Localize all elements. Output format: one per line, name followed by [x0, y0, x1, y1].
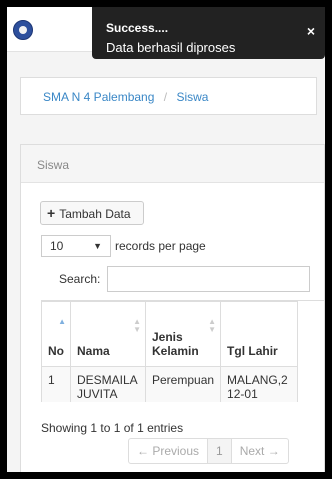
- table-row: 1 DESMAILA JUVITA Perempuan MALANG,2 12-…: [41, 366, 299, 402]
- add-data-label: Tambah Data: [59, 207, 131, 221]
- column-header-no[interactable]: ▲ No: [41, 301, 71, 367]
- toast-title: Success....: [106, 21, 169, 35]
- sort-icon: ▲ ▼: [208, 317, 217, 334]
- siswa-panel: Siswa + Tambah Data 10 ▼ records per page…: [20, 144, 325, 472]
- sort-asc-icon: ▲: [58, 317, 66, 326]
- column-header-nama[interactable]: ▲ ▼ Nama: [70, 301, 146, 367]
- sort-icon: ▲ ▼: [133, 317, 141, 334]
- column-header-tgl-lahir[interactable]: Tgl Lahir: [220, 301, 299, 367]
- table-info: Showing 1 to 1 of 1 entries: [41, 421, 184, 435]
- plus-icon: +: [47, 205, 56, 221]
- breadcrumb-item-school[interactable]: SMA N 4 Palembang: [43, 90, 154, 104]
- chevron-down-icon: ▼: [93, 241, 102, 251]
- table-cell: MALANG,2 12-01: [220, 366, 299, 402]
- school-logo-icon[interactable]: [13, 20, 33, 40]
- column-header-jenis-kelamin[interactable]: ▲ ▼ Jenis Kelamin: [144, 301, 222, 367]
- close-icon[interactable]: ×: [307, 23, 315, 39]
- breadcrumb-item-siswa[interactable]: Siswa: [176, 90, 208, 104]
- column-header-label: Jenis Kelamin: [152, 330, 199, 358]
- search-input[interactable]: [107, 266, 310, 292]
- column-header-label: Tgl Lahir: [227, 344, 278, 358]
- panel-title: Siswa: [37, 158, 70, 172]
- records-per-page-select[interactable]: 10 ▼: [41, 235, 111, 257]
- column-header-label: No: [48, 344, 64, 358]
- records-per-page-label: records per page: [115, 239, 206, 253]
- next-page-button[interactable]: Next →: [232, 439, 288, 463]
- data-table: ▲ No ▲▼ Nama ▲▼ Jenis Kelamin Tgl Lahi: [41, 301, 299, 402]
- success-toast: Success.... Data berhasil diproses ×: [92, 7, 325, 59]
- table-cell: 1: [41, 366, 71, 402]
- table-cell: DESMAILA JUVITA: [70, 366, 146, 402]
- breadcrumb-separator: /: [163, 90, 168, 104]
- table-cell: Perempuan: [144, 366, 222, 402]
- page-button-1[interactable]: 1: [208, 439, 232, 463]
- column-header-label: Nama: [77, 344, 110, 358]
- app-frame: Success.... Data berhasil diproses × SMA…: [7, 7, 325, 472]
- previous-page-button[interactable]: ← Previous: [129, 439, 209, 463]
- panel-header: Siswa: [21, 145, 324, 183]
- add-data-button[interactable]: + Tambah Data: [40, 201, 144, 225]
- search-label: Search:: [59, 272, 101, 286]
- data-table-wrapper[interactable]: ▲ No ▲▼ Nama ▲▼ Jenis Kelamin Tgl Lahi: [41, 300, 325, 402]
- breadcrumb: SMA N 4 Palembang / Siswa: [20, 77, 317, 115]
- toast-message: Data berhasil diproses: [106, 40, 236, 55]
- records-per-page-value: 10: [50, 239, 64, 253]
- pagination: ← Previous 1 Next →: [128, 438, 289, 464]
